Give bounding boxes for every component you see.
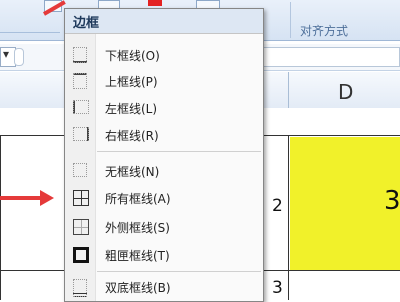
menu-title-bar: 边框	[65, 9, 263, 34]
menu-item-label: 上框线(P)	[105, 75, 158, 89]
menu-item-label: 下框线(O)	[105, 49, 160, 63]
alignment-group-label: 对齐方式	[300, 24, 349, 38]
menu-item-label: 右框线(R)	[105, 129, 159, 143]
menu-item-no-border[interactable]: 无框线(N)	[65, 159, 263, 183]
menu-separator	[97, 271, 261, 272]
menu-item-label: 无框线(N)	[105, 165, 160, 179]
menu-item-all-borders[interactable]: 所有框线(A)	[65, 186, 263, 210]
top-border-icon	[73, 73, 87, 89]
row-number-3: 3	[272, 278, 283, 298]
menu-item-label: 外侧框线(S)	[105, 221, 170, 235]
annotation-arrow-shaft	[0, 196, 40, 200]
formula-input[interactable]	[262, 47, 400, 67]
name-box-scroll[interactable]	[14, 48, 24, 66]
thick-box-border-icon	[73, 247, 89, 263]
menu-item-right-border[interactable]: 右框线(R)	[65, 123, 263, 147]
menu-item-thick-box-border[interactable]: 粗匣框线(T)	[65, 243, 263, 267]
cell-border-c	[288, 135, 289, 300]
cell-value-partial: 3	[384, 186, 400, 216]
menu-item-bottom-border[interactable]: 下框线(O)	[65, 43, 263, 67]
column-header-d[interactable]: D	[338, 80, 353, 104]
no-border-icon	[73, 163, 87, 177]
menu-item-label: 粗匣框线(T)	[105, 249, 170, 263]
ribbon-divider	[0, 32, 60, 33]
menu-item-double-bottom-border[interactable]: 双底框线(B)	[65, 275, 263, 299]
column-separator	[288, 72, 289, 108]
menu-item-top-border[interactable]: 上框线(P)	[65, 69, 263, 93]
menu-item-label: 双底框线(B)	[105, 281, 171, 295]
outside-borders-icon	[73, 219, 89, 235]
menu-separator	[97, 151, 261, 152]
chevron-down-icon: ▾	[3, 47, 10, 61]
cell-border-left	[0, 135, 1, 300]
all-borders-icon	[73, 190, 89, 206]
font-color-swatch[interactable]	[148, 0, 162, 6]
menu-item-outside-borders[interactable]: 外侧框线(S)	[65, 215, 263, 239]
double-bottom-border-icon	[73, 279, 87, 297]
menu-item-label: 左框线(L)	[105, 102, 158, 116]
right-border-icon	[73, 127, 89, 141]
bottom-border-icon	[73, 47, 87, 63]
menu-item-label: 所有框线(A)	[105, 192, 171, 206]
menu-item-left-border[interactable]: 左框线(L)	[65, 96, 263, 120]
border-dropdown-menu: 边框 下框线(O) 上框线(P) 左框线(L) 右框线(R) 无框线(N) 所有…	[64, 8, 264, 302]
left-border-icon	[73, 100, 89, 114]
menu-title: 边框	[73, 16, 100, 31]
annotation-arrow-head	[40, 190, 54, 206]
row-number-2: 2	[272, 196, 283, 216]
group-separator	[290, 2, 291, 38]
